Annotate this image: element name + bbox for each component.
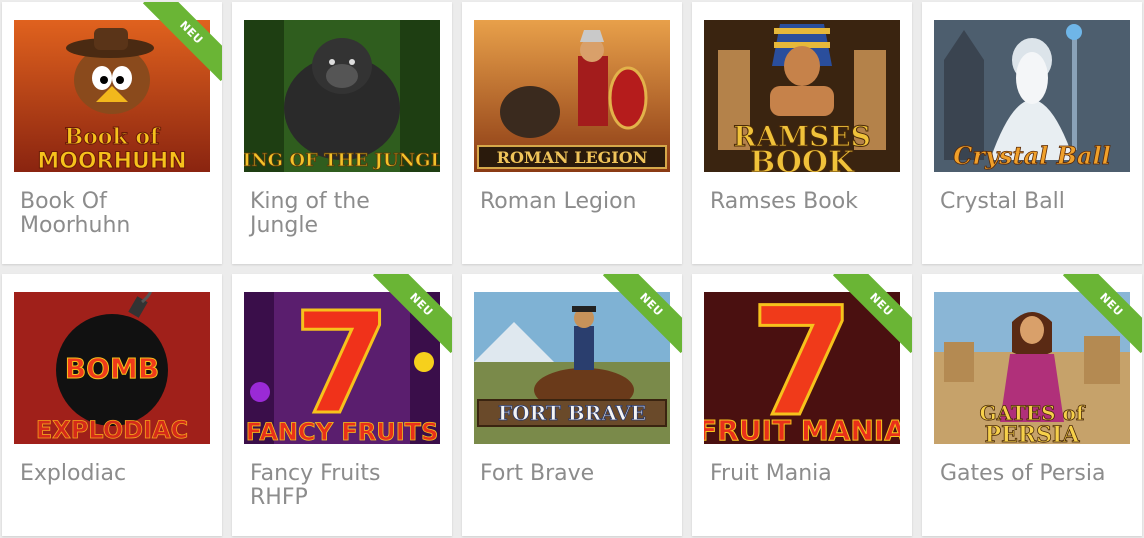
seven-icon: 7 FRUIT MANIA — [704, 292, 900, 444]
game-card-crystal-ball[interactable]: Crystal Ball Crystal Ball — [922, 2, 1142, 264]
game-title[interactable]: King of the Jungle — [250, 190, 440, 238]
game-title[interactable]: Explodiac — [20, 462, 210, 486]
game-grid: Book of MOORHUHN Book Of Moorhuhn NEU KI… — [0, 0, 1144, 538]
game-title[interactable]: Crystal Ball — [940, 190, 1130, 214]
game-thumbnail[interactable]: ROMAN LEGION — [474, 20, 670, 172]
svg-text:FORT BRAVE: FORT BRAVE — [498, 401, 646, 425]
svg-text:BOMB: BOMB — [65, 352, 159, 385]
game-title[interactable]: Fruit Mania — [710, 462, 900, 486]
game-thumbnail[interactable]: FORT BRAVE — [474, 292, 670, 444]
game-card-ramses-book[interactable]: RAMSES BOOK Ramses Book — [692, 2, 912, 264]
svg-text:PERSIA: PERSIA — [985, 422, 1081, 444]
seven-icon: 7 FANCY FRUITS — [244, 292, 440, 444]
game-thumbnail[interactable]: RAMSES BOOK — [704, 20, 900, 172]
game-thumbnail[interactable]: 7 FANCY FRUITS — [244, 292, 440, 444]
game-title[interactable]: Book Of Moorhuhn — [20, 190, 210, 238]
game-thumbnail[interactable]: BOMB EXPLODIAC — [14, 292, 210, 444]
svg-text:Crystal Ball: Crystal Ball — [953, 141, 1110, 170]
game-title[interactable]: Gates of Persia — [940, 462, 1130, 486]
game-thumbnail[interactable]: KING OF THE JUNGLE — [244, 20, 440, 172]
svg-text:ROMAN LEGION: ROMAN LEGION — [497, 148, 648, 167]
game-card-explodiac[interactable]: BOMB EXPLODIAC Explodiac — [2, 274, 222, 536]
game-card-roman-legion[interactable]: ROMAN LEGION Roman Legion — [462, 2, 682, 264]
pharaoh-icon: RAMSES BOOK — [704, 20, 900, 172]
game-card-fancy-fruits[interactable]: 7 FANCY FRUITS Fancy Fruits RHFP NEU — [232, 274, 452, 536]
game-thumbnail[interactable]: Crystal Ball — [934, 20, 1130, 172]
svg-text:Book of: Book of — [65, 124, 162, 150]
svg-text:FRUIT MANIA: FRUIT MANIA — [704, 414, 900, 444]
gorilla-icon: KING OF THE JUNGLE — [244, 20, 440, 172]
game-card-fort-brave[interactable]: FORT BRAVE Fort Brave NEU — [462, 274, 682, 536]
game-thumbnail[interactable]: GATES of PERSIA — [934, 292, 1130, 444]
svg-text:BOOK: BOOK — [750, 145, 855, 172]
moorhuhn-chicken-icon: Book of MOORHUHN — [14, 20, 210, 172]
game-title[interactable]: Ramses Book — [710, 190, 900, 214]
roman-soldier-icon: ROMAN LEGION — [474, 20, 670, 172]
game-card-book-of-moorhuhn[interactable]: Book of MOORHUHN Book Of Moorhuhn NEU — [2, 2, 222, 264]
svg-text:EXPLODIAC: EXPLODIAC — [36, 416, 188, 444]
svg-text:KING OF THE JUNGLE: KING OF THE JUNGLE — [244, 150, 440, 171]
persian-princess-icon: GATES of PERSIA — [934, 292, 1130, 444]
game-title[interactable]: Fort Brave — [480, 462, 670, 486]
game-thumbnail[interactable]: 7 FRUIT MANIA — [704, 292, 900, 444]
svg-text:FANCY FRUITS: FANCY FRUITS — [246, 418, 439, 444]
game-card-fruit-mania[interactable]: 7 FRUIT MANIA Fruit Mania NEU — [692, 274, 912, 536]
game-thumbnail[interactable]: Book of MOORHUHN — [14, 20, 210, 172]
game-card-gates-of-persia[interactable]: GATES of PERSIA Gates of Persia NEU — [922, 274, 1142, 536]
game-card-king-of-the-jungle[interactable]: KING OF THE JUNGLE King of the Jungle — [232, 2, 452, 264]
svg-text:MOORHUHN: MOORHUHN — [37, 149, 186, 172]
game-title[interactable]: Roman Legion — [480, 190, 670, 214]
game-title[interactable]: Fancy Fruits RHFP — [250, 462, 440, 510]
wizard-icon: Crystal Ball — [934, 20, 1130, 172]
bomb-icon: BOMB EXPLODIAC — [14, 292, 210, 444]
cavalry-rider-icon: FORT BRAVE — [474, 292, 670, 444]
